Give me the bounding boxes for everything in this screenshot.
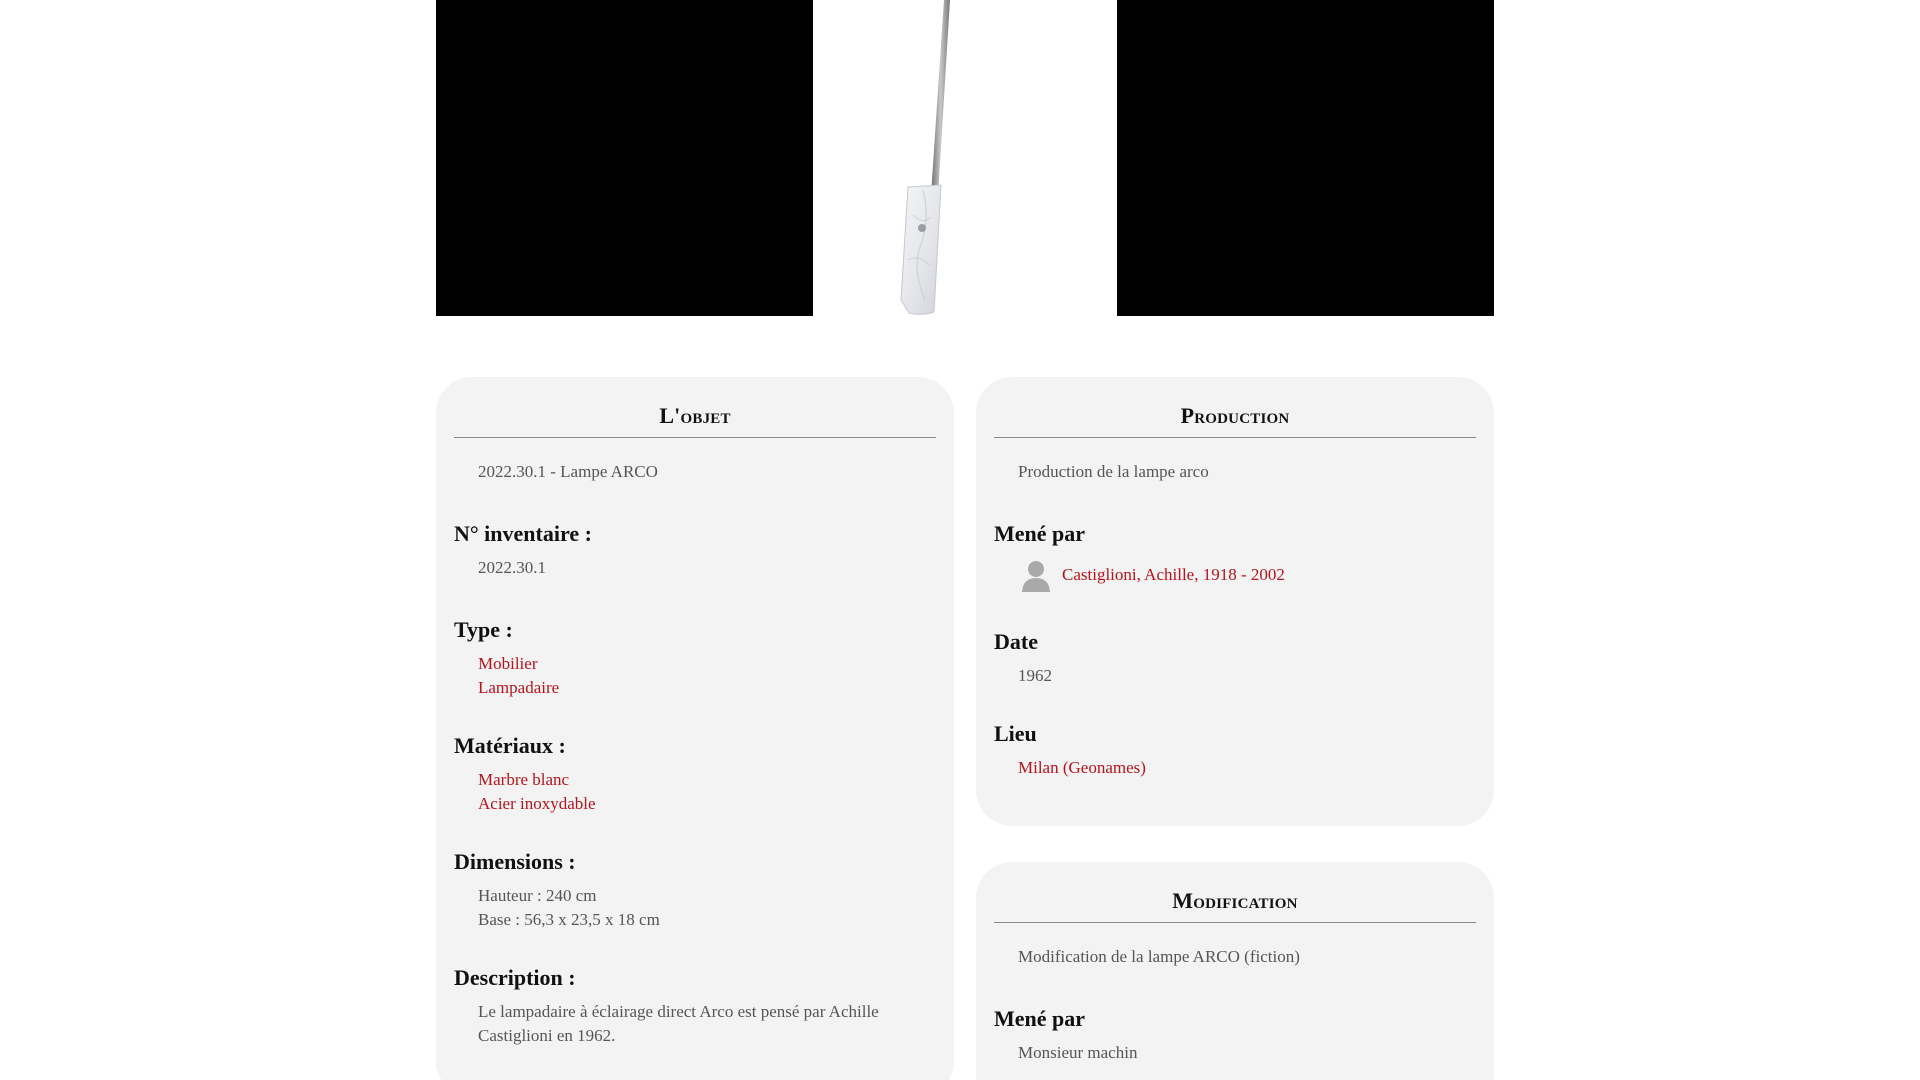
description-label: Description : (454, 965, 576, 990)
production-subtitle: Production de la lampe arco (1018, 462, 1209, 481)
viewer-right-panel[interactable] (1117, 0, 1494, 316)
production-date-values: 1962 (1018, 664, 1476, 688)
image-viewer (436, 0, 1494, 316)
dimensions-section: Dimensions : Hauteur : 240 cm Base : 56,… (454, 848, 936, 932)
modification-card-title: Modification (994, 862, 1476, 923)
inventaire-value: 2022.30.1 (478, 558, 546, 577)
object-image[interactable] (813, 0, 1117, 316)
production-card: Production Production de la lampe arco M… (976, 377, 1494, 826)
materiaux-label: Matériaux : (454, 733, 566, 758)
description-section: Description : Le lampadaire à éclairage … (454, 964, 936, 1048)
objet-subtitle: 2022.30.1 - Lampe ARCO (478, 462, 658, 481)
modification-subtitle: Modification de la lampe ARCO (fiction) (1018, 947, 1300, 966)
modification-card: Modification Modification de la lampe AR… (976, 862, 1494, 1080)
production-card-title: Production (994, 377, 1476, 438)
description-text: Le lampadaire à éclairage direct Arco es… (478, 1002, 879, 1045)
modification-person: Monsieur machin (1018, 1043, 1138, 1062)
inventaire-section: N° inventaire : 2022.30.1 (454, 520, 936, 580)
type-label: Type : (454, 617, 513, 642)
modification-mene-par-label: Mené par (994, 1006, 1086, 1031)
objet-card-title: L'objet (454, 377, 936, 438)
materiaux-values: Marbre blanc Acier inoxydable (478, 768, 936, 816)
inventaire-values: 2022.30.1 (478, 556, 936, 580)
viewer-left-panel[interactable] (436, 0, 813, 316)
person-avatar-icon (1022, 561, 1050, 592)
type-link-lampadaire[interactable]: Lampadaire (478, 676, 936, 700)
production-mene-par-section: Mené par Castiglioni, Achille, 1918 - 20… (994, 520, 1476, 592)
inventaire-label: N° inventaire : (454, 521, 592, 546)
type-values: Mobilier Lampadaire (478, 652, 936, 700)
materiaux-section: Matériaux : Marbre blanc Acier inoxydabl… (454, 732, 936, 816)
production-person: Castiglioni, Achille, 1918 - 2002 (1020, 558, 1476, 592)
production-lieu-link[interactable]: Milan (Geonames) (1018, 756, 1476, 780)
modification-mene-par-section: Mené par Monsieur machin (994, 1005, 1476, 1065)
page: L'objet 2022.30.1 - Lampe ARCO N° invent… (0, 0, 1920, 1080)
type-link-mobilier[interactable]: Mobilier (478, 652, 936, 676)
dimension-hauteur: Hauteur : 240 cm (478, 886, 597, 905)
production-person-link[interactable]: Castiglioni, Achille, 1918 - 2002 (1062, 565, 1285, 585)
objet-card: L'objet 2022.30.1 - Lampe ARCO N° invent… (436, 377, 954, 1080)
production-lieu-values: Milan (Geonames) (1018, 756, 1476, 780)
dimensions-values: Hauteur : 240 cm Base : 56,3 x 23,5 x 18… (478, 884, 936, 932)
production-date-value: 1962 (1018, 666, 1052, 685)
production-date-label: Date (994, 629, 1038, 654)
type-section: Type : Mobilier Lampadaire (454, 616, 936, 700)
dimensions-label: Dimensions : (454, 849, 576, 874)
description-values: Le lampadaire à éclairage direct Arco es… (478, 1000, 936, 1048)
production-date-section: Date 1962 (994, 628, 1476, 688)
production-mene-par-label: Mené par (994, 521, 1086, 546)
production-lieu-section: Lieu Milan (Geonames) (994, 720, 1476, 780)
modification-person-values: Monsieur machin (1018, 1041, 1476, 1065)
materiau-link-acier[interactable]: Acier inoxydable (478, 792, 936, 816)
lamp-base-image (900, 0, 950, 315)
materiau-link-marbre[interactable]: Marbre blanc (478, 768, 936, 792)
dimension-base: Base : 56,3 x 23,5 x 18 cm (478, 910, 660, 929)
production-lieu-label: Lieu (994, 721, 1037, 746)
